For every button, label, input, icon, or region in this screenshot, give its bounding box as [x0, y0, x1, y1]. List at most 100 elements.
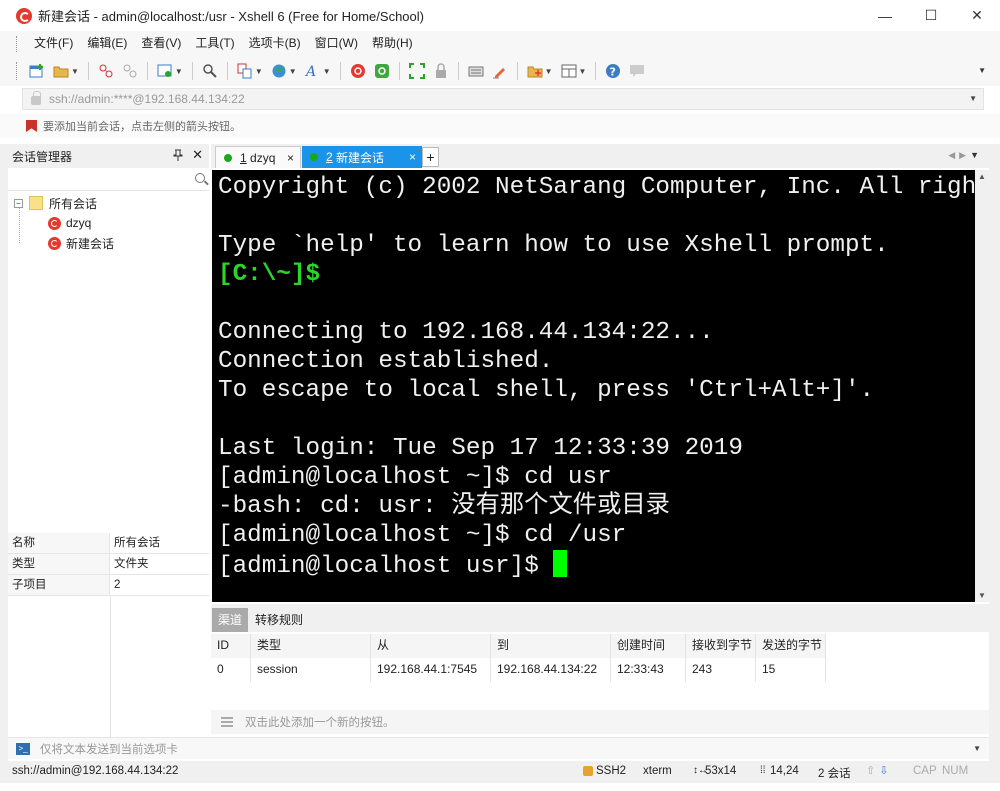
menu-bar: 文件(F) 编辑(E) 查看(V) 工具(T) 选项卡(B) 窗口(W) 帮助(… [0, 31, 1000, 56]
scroll-down-icon[interactable]: ▼ [978, 591, 986, 600]
toolbar-separator [457, 62, 459, 80]
globe-dropdown-icon[interactable]: ▼ [289, 67, 297, 76]
session-search[interactable] [8, 169, 209, 191]
property-value: 2 [114, 579, 121, 591]
toolbar-separator [226, 62, 228, 80]
table-cell: 15 [756, 658, 826, 682]
fullscreen-icon[interactable] [408, 62, 426, 80]
new-tab-dropdown-icon[interactable]: ▼ [545, 67, 553, 76]
compose-terminal-icon[interactable]: >_ [16, 742, 30, 755]
menu-file[interactable]: 文件(F) [27, 31, 80, 56]
menu-icon[interactable] [221, 717, 233, 727]
menu-edit[interactable]: 编辑(E) [80, 31, 134, 56]
address-input[interactable] [49, 92, 929, 106]
disconnect-icon[interactable] [121, 62, 139, 80]
address-bar: ▼ [22, 88, 984, 110]
close-button[interactable]: ✕ [954, 0, 1000, 31]
column-header[interactable]: 接收到字节 [686, 634, 756, 658]
compose-placeholder: 仅将文本发送到当前选项卡 [40, 743, 178, 756]
tab-dzyq[interactable]: 1 dzyq × [215, 146, 301, 168]
globe-icon[interactable] [270, 62, 288, 80]
help-icon[interactable]: ? [604, 62, 622, 80]
column-header[interactable]: 到 [491, 634, 611, 658]
chat-icon[interactable] [628, 62, 646, 80]
table-row[interactable]: 0 session 192.168.44.1:7545 192.168.44.1… [211, 658, 826, 682]
folder-icon [29, 196, 43, 210]
status-num-lock: NUM [942, 765, 969, 777]
tab-forwarding-rules[interactable]: 转移规则 [249, 608, 309, 632]
open-folder-icon[interactable] [52, 62, 70, 80]
toolbar: ▼ ▼ ▼ ▼ A ▼ ▼ ▼ ? ▼ [0, 56, 1000, 86]
compose-bar[interactable]: >_ 仅将文本发送到当前选项卡 ▼ [8, 737, 989, 759]
terminal-area[interactable]: Copyright (c) 2002 NetSarang Computer, I… [212, 170, 975, 602]
window-bottom-edge [0, 783, 1000, 791]
column-header[interactable]: 发送的字节 [756, 634, 826, 658]
tab-close-icon[interactable]: × [287, 151, 294, 165]
terminal-prompt: [admin@localhost usr]$ [218, 553, 554, 580]
property-row: 类型 文件夹 [8, 554, 209, 575]
font-dropdown-icon[interactable]: ▼ [323, 67, 331, 76]
copy-icon[interactable] [236, 62, 254, 80]
tree-item-new-session[interactable]: 新建会话 [48, 233, 114, 253]
column-header[interactable]: 从 [371, 634, 491, 658]
collapse-toggle-icon[interactable]: − [14, 198, 23, 208]
session-manager-close-button[interactable]: ✕ [192, 147, 203, 163]
font-icon[interactable]: A [304, 62, 322, 80]
menu-view[interactable]: 查看(V) [134, 31, 188, 56]
upload-arrow-icon: ⇧ [866, 765, 876, 777]
column-header[interactable]: ID [211, 634, 251, 658]
xshell-icon[interactable] [349, 62, 367, 80]
column-header[interactable]: 类型 [251, 634, 371, 658]
find-icon[interactable] [201, 62, 219, 80]
toolbar-overflow-icon[interactable]: ▼ [978, 66, 986, 75]
new-session-icon[interactable] [28, 62, 46, 80]
menu-tools[interactable]: 工具(T) [188, 31, 241, 56]
scroll-up-icon[interactable]: ▲ [978, 172, 986, 181]
tunneling-tabs: 渠道 转移规则 [211, 604, 989, 632]
lock-icon [31, 91, 41, 105]
highlight-icon[interactable] [491, 62, 509, 80]
terminal-line: Type `help' to learn how to use Xshell p… [218, 232, 889, 259]
connected-status-icon [310, 153, 318, 161]
copy-dropdown-icon[interactable]: ▼ [255, 67, 263, 76]
session-tree: − 所有会话 dzyq 新建会话 [8, 191, 209, 531]
menu-window[interactable]: 窗口(W) [308, 31, 365, 56]
tab-channels[interactable]: 渠道 [212, 608, 249, 632]
property-key: 名称 [8, 533, 110, 553]
layout-icon[interactable] [560, 62, 578, 80]
quick-button-bar[interactable]: 双击此处添加一个新的按钮。 [211, 710, 989, 734]
add-session-arrow-icon[interactable] [26, 120, 37, 132]
tree-item-dzyq[interactable]: dzyq [48, 213, 91, 233]
compose-dropdown-icon[interactable]: ▼ [973, 744, 981, 753]
tab-list-icon[interactable]: ▼ [970, 150, 983, 160]
tab-number: 1 [240, 150, 247, 165]
lock-icon[interactable] [432, 62, 450, 80]
column-header[interactable]: 创建时间 [611, 634, 686, 658]
tree-root[interactable]: − 所有会话 [14, 193, 97, 213]
tab-navigation[interactable]: ◀▶▼ [948, 150, 983, 161]
add-tab-button[interactable]: + [422, 147, 439, 167]
tab-prev-icon[interactable]: ◀ [948, 150, 959, 160]
minimize-button[interactable]: — [862, 0, 908, 31]
layout-dropdown-icon[interactable]: ▼ [579, 67, 587, 76]
search-icon[interactable] [195, 173, 205, 183]
maximize-button[interactable]: ☐ [908, 0, 954, 31]
address-dropdown-icon[interactable]: ▼ [969, 94, 977, 103]
terminal-scrollbar[interactable]: ▲ ▼ [975, 170, 989, 602]
open-folder-dropdown-icon[interactable]: ▼ [71, 67, 79, 76]
tab-new-session[interactable]: 2 新建会话 × [302, 146, 422, 168]
properties-icon[interactable] [156, 62, 174, 80]
keyboard-icon[interactable] [467, 62, 485, 80]
status-caps-lock: CAP [913, 765, 937, 777]
tab-close-icon[interactable]: × [409, 150, 416, 164]
properties-dropdown-icon[interactable]: ▼ [175, 67, 183, 76]
xftp-icon[interactable] [373, 62, 391, 80]
menu-tabs[interactable]: 选项卡(B) [242, 31, 308, 56]
property-divider [110, 596, 111, 760]
terminal-line: Copyright (c) 2002 NetSarang Computer, I… [218, 174, 975, 201]
connect-icon[interactable] [97, 62, 115, 80]
menu-help[interactable]: 帮助(H) [365, 31, 420, 56]
pin-icon[interactable] [173, 149, 183, 164]
tab-next-icon[interactable]: ▶ [959, 150, 970, 160]
new-tab-icon[interactable] [526, 62, 544, 80]
